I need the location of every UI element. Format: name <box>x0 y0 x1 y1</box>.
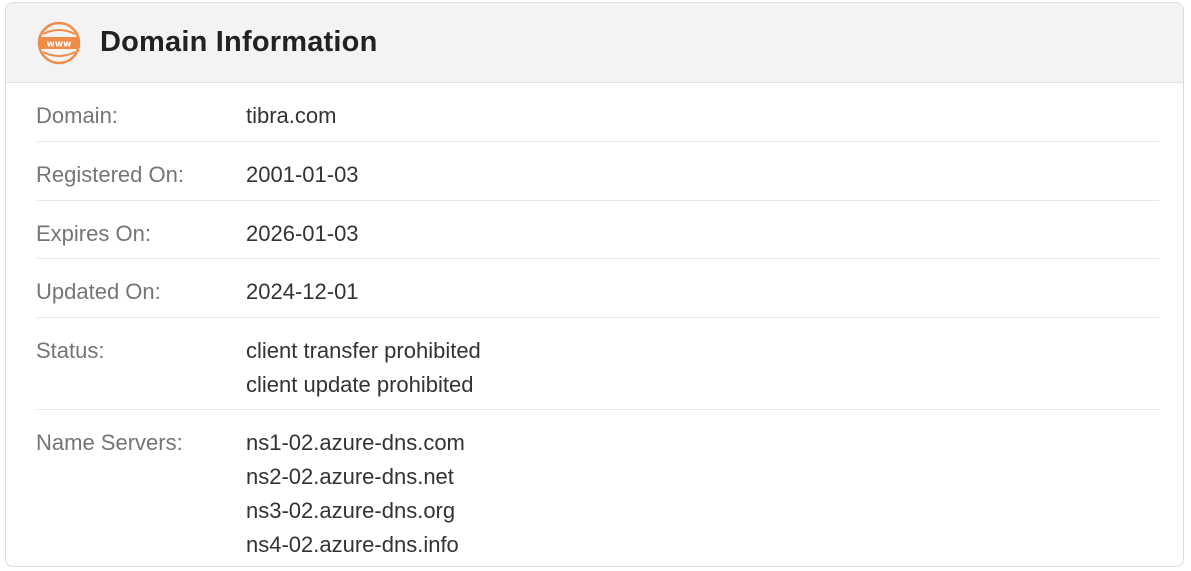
row-label: Updated On: <box>36 279 161 304</box>
name-server-value: ns1-02.azure-dns.com <box>246 430 465 455</box>
row-values: ns1-02.azure-dns.com ns2-02.azure-dns.ne… <box>246 426 465 566</box>
name-server-value: ns2-02.azure-dns.net <box>246 464 454 489</box>
domain-info-table: Domain: tibra.com Registered On: 2001-01… <box>6 83 1183 566</box>
row-values: tibra.com <box>246 99 336 141</box>
www-globe-icon: www <box>37 21 81 64</box>
row-status: Status: client transfer prohibited clien… <box>36 318 1159 410</box>
status-value: client update prohibited <box>246 372 474 397</box>
domain-information-panel: www Domain Information Domain: tibra.com… <box>5 2 1184 567</box>
row-updated-on: Updated On: 2024-12-01 <box>36 259 1159 318</box>
updated-date-value: 2024-12-01 <box>246 279 359 304</box>
row-expires-on: Expires On: 2026-01-03 <box>36 201 1159 259</box>
row-values: 2024-12-01 <box>246 275 359 317</box>
row-label: Name Servers: <box>36 430 183 455</box>
domain-value: tibra.com <box>246 103 337 128</box>
row-values: 2026-01-03 <box>246 217 359 258</box>
row-label: Status: <box>36 338 105 363</box>
name-server-value: ns4-02.azure-dns.info <box>246 532 459 557</box>
expires-date-value: 2026-01-03 <box>246 221 359 246</box>
row-values: 2001-01-03 <box>246 158 359 200</box>
row-domain: Domain: tibra.com <box>36 83 1159 142</box>
row-label: Expires On: <box>36 221 151 246</box>
panel-title: Domain Information <box>100 26 378 58</box>
panel-header: www Domain Information <box>6 3 1183 83</box>
row-registered-on: Registered On: 2001-01-03 <box>36 142 1159 201</box>
row-name-servers: Name Servers: ns1-02.azure-dns.com ns2-0… <box>36 410 1159 566</box>
svg-text:www: www <box>47 39 72 49</box>
row-values: client transfer prohibited client update… <box>246 334 481 409</box>
row-label: Domain: <box>36 103 118 128</box>
registered-date-value: 2001-01-03 <box>246 162 359 187</box>
status-value: client transfer prohibited <box>246 338 481 363</box>
name-server-value: ns3-02.azure-dns.org <box>246 498 456 523</box>
row-label: Registered On: <box>36 162 184 187</box>
